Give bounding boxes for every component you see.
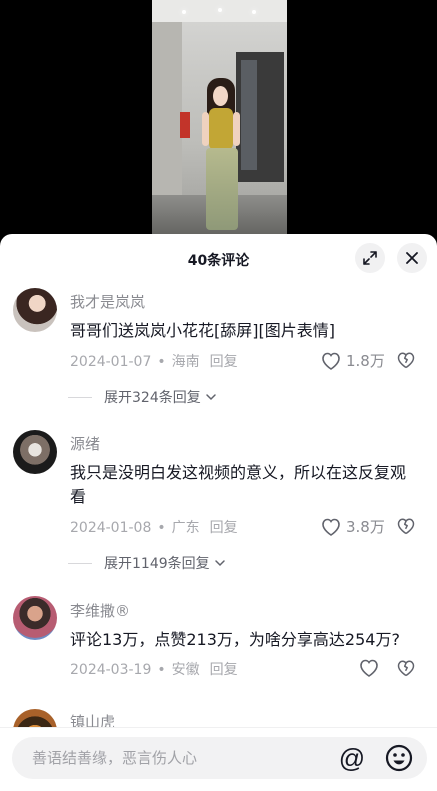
reply-button[interactable]: 回复 xyxy=(210,354,238,370)
heart-icon xyxy=(322,352,340,370)
sheet-header: 40条评论 xyxy=(0,234,437,284)
comment-date: 2024-01-07 xyxy=(70,354,152,370)
reply-button[interactable]: 回复 xyxy=(210,662,238,678)
comment-date: 2024-03-19 xyxy=(70,662,152,678)
comment-location: 广东 xyxy=(171,520,200,536)
video-door-glass xyxy=(241,60,257,170)
reply-button[interactable]: 回复 xyxy=(210,520,238,536)
dislike-button[interactable] xyxy=(396,351,416,373)
video-person-jeans xyxy=(206,148,238,230)
comment-username[interactable]: 源绪 xyxy=(70,433,100,454)
comment-text: 评论13万，点赞213万，为啥分享高达254万? xyxy=(70,630,400,649)
chevron-down-icon xyxy=(214,560,225,567)
meta-separator: • xyxy=(157,354,166,370)
video-person-arm xyxy=(202,112,209,146)
expand-replies-label: 展开1149条回复 xyxy=(104,556,210,572)
ceiling-light xyxy=(252,10,256,14)
divider-line xyxy=(68,396,92,398)
like-button[interactable]: 3.8万 xyxy=(320,516,385,537)
emoji-icon xyxy=(385,744,413,772)
avatar[interactable] xyxy=(13,288,57,332)
like-button[interactable] xyxy=(358,658,384,678)
comment-input-box: @ xyxy=(12,737,427,779)
video-person-top xyxy=(209,108,233,150)
comment-meta: 2024-03-19 • 安徽 回复 xyxy=(70,659,238,679)
at-icon: @ xyxy=(338,742,366,773)
avatar[interactable] xyxy=(13,430,57,474)
broken-heart-icon xyxy=(397,518,415,535)
dislike-button[interactable] xyxy=(396,659,416,681)
video-person-arm xyxy=(233,112,240,146)
broken-heart-icon xyxy=(397,352,415,369)
comment-location: 安徽 xyxy=(171,662,200,678)
expand-replies[interactable]: 展开1149条回复 xyxy=(68,553,226,573)
comment-input[interactable] xyxy=(32,737,332,779)
comment-username[interactable]: 我才是岚岚 xyxy=(70,291,145,312)
like-count: 3.8万 xyxy=(346,518,385,536)
mention-button[interactable]: @ xyxy=(337,743,367,773)
avatar[interactable] xyxy=(13,596,57,640)
comment-username[interactable]: 李维撒® xyxy=(70,600,130,621)
meta-separator: • xyxy=(157,520,166,536)
comment-date: 2024-01-08 xyxy=(70,520,152,536)
video-red-object xyxy=(180,112,190,138)
expand-icon xyxy=(363,251,377,265)
like-count: 1.8万 xyxy=(346,352,385,370)
comment-location: 海南 xyxy=(171,354,200,370)
comment-meta: 2024-01-08 • 广东 回复 xyxy=(70,517,238,537)
video-wall xyxy=(152,22,182,207)
heart-icon xyxy=(360,659,378,677)
comment-input-bar: @ xyxy=(0,727,437,791)
like-button[interactable]: 1.8万 xyxy=(320,350,385,371)
close-icon xyxy=(406,252,418,264)
expand-replies-label: 展开324条回复 xyxy=(104,390,201,406)
divider-line xyxy=(68,562,92,564)
expand-button[interactable] xyxy=(355,243,385,273)
expand-replies[interactable]: 展开324条回复 xyxy=(68,387,217,407)
video-player[interactable] xyxy=(0,0,437,240)
meta-separator: • xyxy=(157,662,166,678)
broken-heart-icon xyxy=(397,660,415,677)
comment-text: 哥哥们送岚岚小花花[舔屏][图片表情] xyxy=(70,321,335,340)
close-button[interactable] xyxy=(397,243,427,273)
emoji-button[interactable] xyxy=(384,743,414,773)
ceiling-light xyxy=(182,10,186,14)
chevron-down-icon xyxy=(205,394,216,401)
comment-sheet: 40条评论 我才是岚岚 哥哥们送岚岚小花花[舔屏][图片表情] 2024-01-… xyxy=(0,234,437,791)
comment-meta: 2024-01-07 • 海南 回复 xyxy=(70,351,238,371)
video-person-face xyxy=(213,86,228,106)
dislike-button[interactable] xyxy=(396,517,416,539)
video-frame xyxy=(152,0,287,240)
heart-icon xyxy=(322,518,340,536)
comment-text: 我只是没明白发这视频的意义，所以在这反复观看 xyxy=(70,463,407,506)
ceiling-light xyxy=(218,8,222,12)
